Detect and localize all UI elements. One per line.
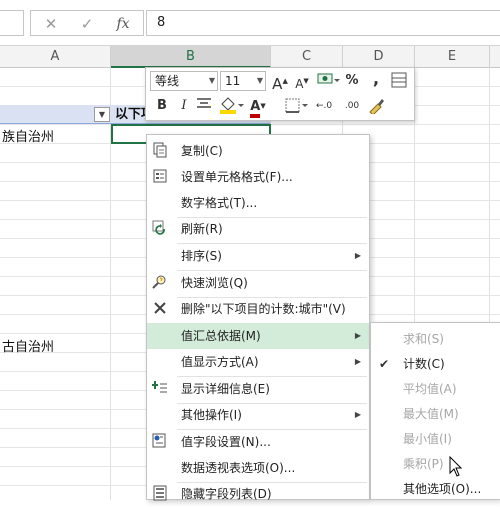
- comma-style-icon[interactable]: ,: [368, 69, 384, 89]
- submenu-item-label: 平均值(A): [403, 382, 457, 396]
- column-header-d[interactable]: D: [343, 46, 415, 68]
- row-label-cell[interactable]: 族自治州: [2, 126, 54, 145]
- cancel-icon[interactable]: ✕: [39, 14, 63, 34]
- submenu-item-label: 计数(C): [403, 357, 445, 371]
- menu-item-hide-field-list[interactable]: 隐藏字段列表(D): [147, 481, 369, 507]
- font-size-combo[interactable]: 11 ▼: [220, 71, 266, 91]
- submenu-item-more-options[interactable]: 其他选项(O)...: [371, 477, 500, 501]
- menu-item-show-details[interactable]: 显示详细信息(E): [147, 376, 369, 402]
- mouse-pointer-icon: [449, 455, 463, 478]
- submenu-item-label: 求和(S): [403, 332, 444, 346]
- chevron-down-icon: ▼: [208, 76, 215, 85]
- field-settings-icon: [151, 433, 169, 451]
- copy-icon: [151, 142, 169, 160]
- font-size-value: 11: [225, 74, 241, 88]
- column-header-b[interactable]: B: [111, 46, 271, 68]
- menu-item-label: 值字段设置(N)...: [181, 435, 271, 449]
- column-header-a[interactable]: A: [0, 46, 111, 68]
- menu-item-label: 排序(S): [181, 249, 222, 263]
- menu-item-quick-explore[interactable]: 快速浏览(Q): [147, 270, 369, 296]
- menu-item-label: 数字格式(T)...: [181, 196, 258, 210]
- row-label-cell[interactable]: 古自治州: [2, 336, 54, 355]
- submenu-arrow-icon: ▶: [354, 410, 361, 419]
- submenu-item-count[interactable]: ✔ 计数(C): [371, 352, 500, 376]
- decrease-decimal-icon[interactable]: .00: [344, 96, 360, 116]
- submenu-item-product: 乘积(P): [371, 452, 500, 476]
- menu-item-label: 隐藏字段列表(D): [181, 487, 272, 501]
- menu-item-number-format[interactable]: 数字格式(T)...: [147, 190, 369, 216]
- submenu-item-average: 平均值(A): [371, 377, 500, 401]
- menu-item-label: 复制(C): [181, 144, 223, 158]
- column-headers: A B C D E: [0, 46, 500, 68]
- menu-item-value-field-settings[interactable]: 值字段设置(N)...: [147, 429, 369, 455]
- context-menu: 复制(C) 设置单元格格式(F)... 数字格式(T)... 刷新(R) 排序(…: [146, 134, 370, 501]
- menu-item-label: 刷新(R): [181, 222, 223, 236]
- field-list-icon: [151, 485, 169, 503]
- formula-bar: ✕ ✓ fx 8: [0, 0, 500, 46]
- menu-item-pivot-table-options[interactable]: 数据透视表选项(O)...: [147, 455, 369, 481]
- increase-font-icon[interactable]: A▲: [272, 71, 288, 93]
- enter-icon[interactable]: ✓: [75, 14, 99, 34]
- quick-explore-icon: [151, 274, 169, 292]
- align-center-icon[interactable]: [196, 96, 212, 116]
- menu-item-label: 其他操作(I): [181, 408, 242, 422]
- formula-input[interactable]: 8: [146, 10, 500, 36]
- menu-item-label: 值显示方式(A): [181, 355, 259, 369]
- submenu-item-label: 最小值(I): [403, 432, 452, 446]
- font-color-icon[interactable]: A▼: [250, 96, 266, 118]
- bold-button[interactable]: B: [154, 96, 170, 116]
- menu-item-label: 删除"以下项目的计数:城市"(V): [181, 302, 346, 316]
- menu-item-refresh[interactable]: 刷新(R): [147, 216, 369, 242]
- refresh-icon: [151, 220, 169, 238]
- increase-decimal-icon[interactable]: ←.0: [316, 96, 332, 116]
- submenu-item-sum: 求和(S): [371, 327, 500, 351]
- submenu-arrow-icon: ▶: [354, 331, 361, 340]
- column-header-c[interactable]: C: [271, 46, 343, 68]
- menu-item-remove-field[interactable]: 删除"以下项目的计数:城市"(V): [147, 296, 369, 322]
- font-name-value: 等线: [155, 74, 180, 88]
- mini-toolbar: 等线 ▼ 11 ▼ A▲ A▼ % , B I A▼ ←.0 .00: [145, 67, 415, 121]
- submenu-item-label: 其他选项(O)...: [403, 482, 482, 496]
- submenu-item-label: 乘积(P): [403, 457, 444, 471]
- menu-item-label: 设置单元格格式(F)...: [181, 170, 293, 184]
- fill-color-icon[interactable]: [218, 96, 244, 116]
- insert-function-icon[interactable]: fx: [111, 14, 135, 34]
- column-header-e[interactable]: E: [415, 46, 490, 68]
- check-icon: ✔: [379, 357, 390, 371]
- submenu-arrow-icon: ▶: [354, 251, 361, 260]
- menu-item-label: 快速浏览(Q): [181, 276, 248, 290]
- borders-icon[interactable]: [284, 96, 310, 116]
- submenu-arrow-icon: ▶: [354, 357, 361, 366]
- summarize-values-submenu: 求和(S) ✔ 计数(C) 平均值(A) 最大值(M) 最小值(I) 乘积(P)…: [370, 322, 500, 500]
- menu-item-summarize-values-by[interactable]: 值汇总依据(M) ▶: [147, 323, 369, 349]
- filter-dropdown-icon[interactable]: ▼: [94, 107, 110, 122]
- menu-item-format-cells[interactable]: 设置单元格格式(F)...: [147, 164, 369, 190]
- italic-button[interactable]: I: [176, 96, 192, 116]
- clear-format-brush-icon[interactable]: [366, 96, 386, 116]
- menu-item-label: 显示详细信息(E): [181, 382, 270, 396]
- percent-icon[interactable]: %: [344, 71, 360, 91]
- submenu-item-max: 最大值(M): [371, 402, 500, 426]
- accounting-format-icon[interactable]: [316, 71, 340, 91]
- menu-item-more-actions[interactable]: 其他操作(I) ▶: [147, 402, 369, 428]
- show-detail-icon: [151, 380, 169, 398]
- decrease-font-icon[interactable]: A▼: [294, 71, 310, 91]
- menu-item-label: 数据透视表选项(O)...: [181, 461, 296, 475]
- format-cells-icon: [151, 168, 169, 186]
- submenu-item-min: 最小值(I): [371, 427, 500, 451]
- menu-item-sort[interactable]: 排序(S) ▶: [147, 243, 369, 269]
- name-box[interactable]: [0, 10, 24, 36]
- menu-item-label: 值汇总依据(M): [181, 329, 261, 343]
- formula-buttons: ✕ ✓ fx: [30, 10, 144, 36]
- font-name-combo[interactable]: 等线 ▼: [150, 71, 218, 91]
- menu-item-show-values-as[interactable]: 值显示方式(A) ▶: [147, 349, 369, 375]
- menu-item-copy[interactable]: 复制(C): [147, 138, 369, 164]
- chevron-down-icon: ▼: [256, 76, 263, 85]
- delete-x-icon: [151, 300, 169, 318]
- submenu-item-label: 最大值(M): [403, 407, 459, 421]
- format-painter-table-icon[interactable]: [390, 71, 408, 91]
